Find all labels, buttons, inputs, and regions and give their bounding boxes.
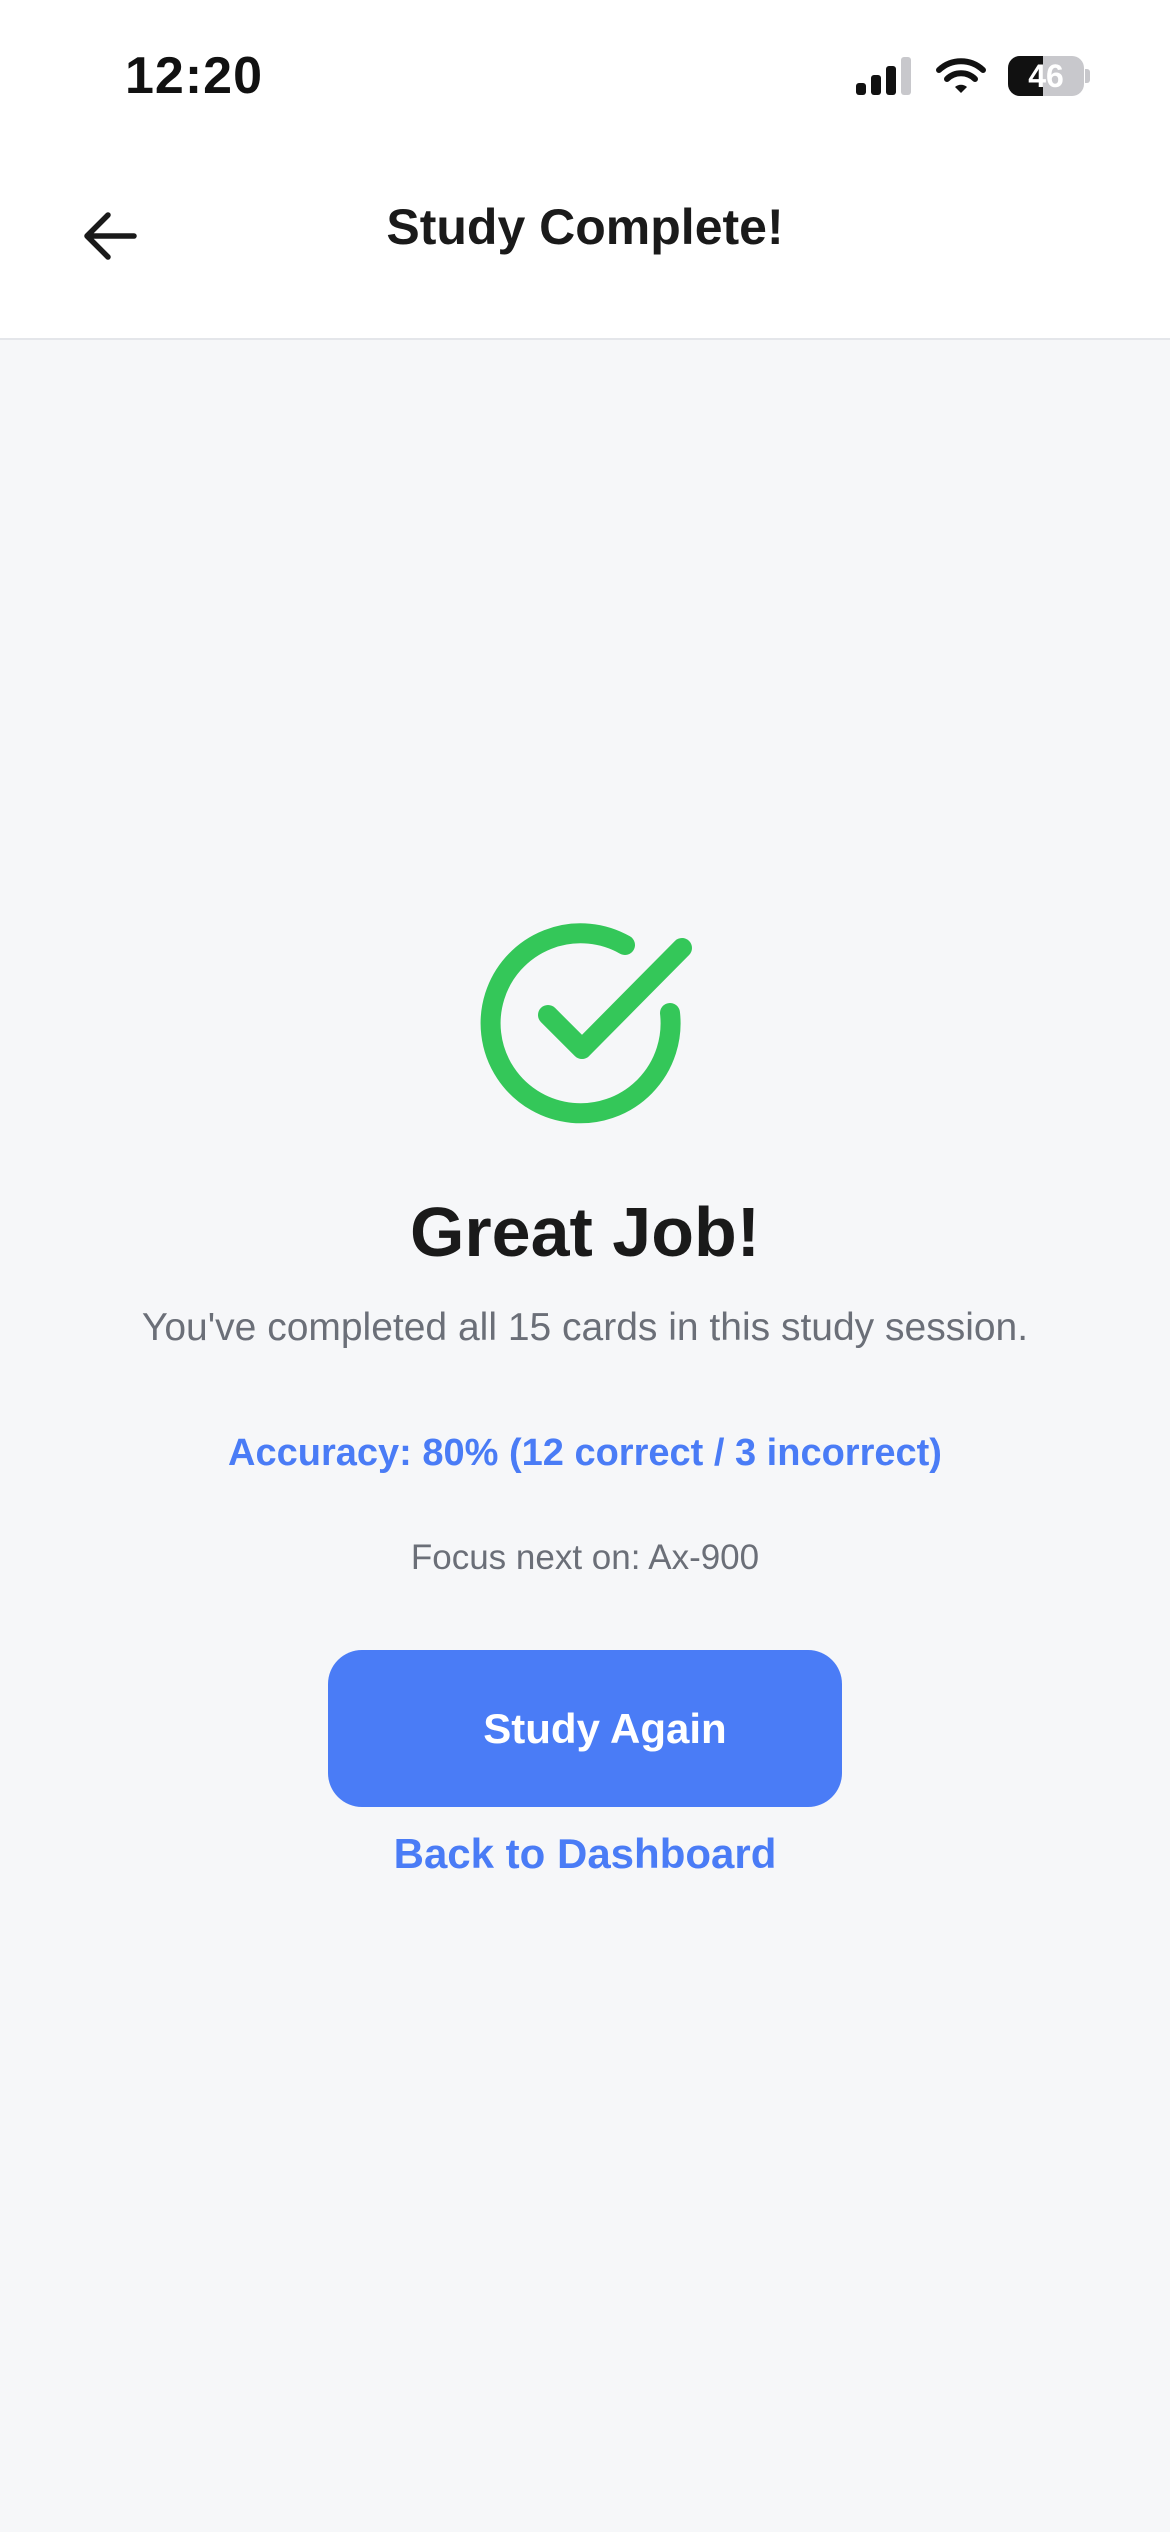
focus-next-text: Focus next on: Ax-900: [410, 1538, 760, 1577]
page-title: Study Complete!: [386, 199, 784, 255]
completion-content: Great Job! You've completed all 15 cards…: [0, 340, 1170, 2532]
battery-icon: 46: [1008, 56, 1090, 96]
completion-subtitle: You've completed all 15 cards in this st…: [141, 1306, 1029, 1349]
wifi-icon: [936, 58, 986, 93]
accuracy-summary: Accuracy: 80% (12 correct / 3 incorrect): [228, 1432, 942, 1474]
status-bar: 12:20 46: [0, 0, 1170, 150]
headline: Great Job!: [409, 1193, 761, 1271]
battery-cap: [1085, 69, 1090, 83]
status-icons: 46: [856, 52, 1090, 100]
cellular-signal-icon: [856, 57, 911, 95]
study-again-button[interactable]: Study Again: [328, 1650, 842, 1807]
back-to-dashboard-link[interactable]: Back to Dashboard: [0, 1830, 1170, 1878]
nav-bar: Study Complete!: [0, 150, 1170, 340]
status-time: 12:20: [125, 47, 263, 105]
battery-level: 46: [1028, 58, 1064, 94]
check-circle-icon: [480, 923, 692, 1124]
battery-body: 46: [1008, 56, 1084, 96]
